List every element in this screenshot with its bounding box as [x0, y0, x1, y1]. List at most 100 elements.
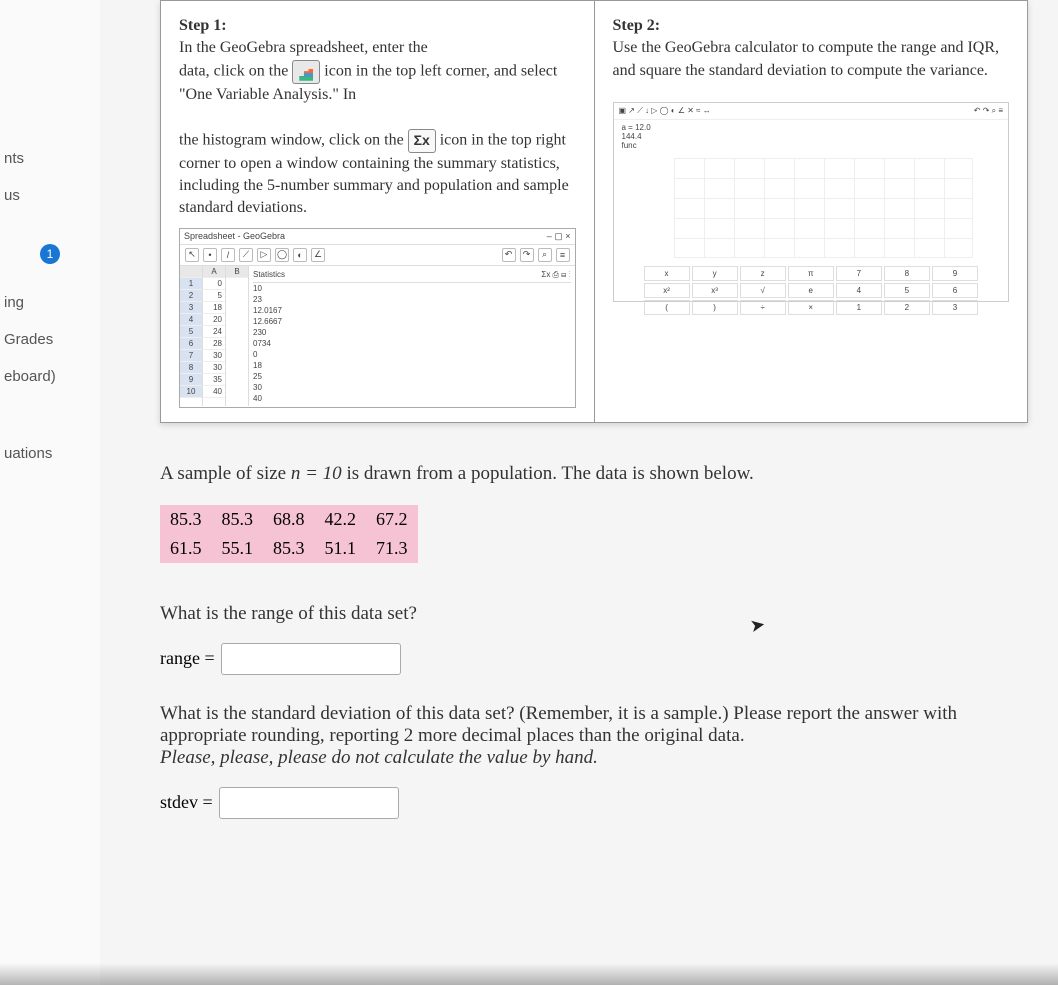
segment-tool-icon: ⟋ — [239, 248, 253, 262]
key: 3 — [932, 300, 978, 315]
calc-keyboard: x y z π 7 8 9 x² x³ √ e 4 5 6 ( ) ÷ — [614, 263, 1009, 318]
rownum: 9 — [180, 374, 202, 386]
step-1-column: Step 1: In the GeoGebra spreadsheet, ent… — [161, 1, 595, 422]
rownum: 8 — [180, 362, 202, 374]
pointer-tool-icon: ↖ — [185, 248, 199, 262]
stat-row: 12.6667 — [253, 316, 571, 327]
step1-text-b: data, click on the — [179, 62, 292, 79]
data-cell: 55.1 — [212, 534, 264, 563]
key: 6 — [932, 283, 978, 298]
data-cell: 67.2 — [366, 505, 418, 534]
rownum: 7 — [180, 350, 202, 362]
data-cell: 61.5 — [160, 534, 212, 563]
rownum: 2 — [180, 290, 202, 302]
sidebar-item-uations[interactable]: uations — [0, 435, 100, 472]
bottom-gradient — [0, 963, 1058, 985]
cell: 18 — [203, 302, 225, 314]
key: 5 — [884, 283, 930, 298]
stat-row: 40 — [253, 393, 571, 404]
redo-icon: ↷ — [520, 248, 534, 262]
question-1: What is the range of this data set? — [160, 603, 1028, 625]
data-cell: 51.1 — [315, 534, 367, 563]
key: 9 — [932, 266, 978, 281]
question-2: What is the standard deviation of this d… — [160, 703, 1028, 769]
steps-box: Step 1: In the GeoGebra spreadsheet, ent… — [160, 0, 1028, 423]
calc-line: a = 12.0 — [622, 123, 1001, 132]
search-icon: ⌕ — [538, 248, 552, 262]
step-2-column: Step 2: Use the GeoGebra calculator to c… — [595, 1, 1028, 422]
sigma-icon: Σx — [408, 129, 436, 153]
step1-text-a: In the GeoGebra spreadsheet, enter the — [179, 39, 428, 56]
key: z — [740, 266, 786, 281]
main-content: Step 1: In the GeoGebra spreadsheet, ent… — [100, 0, 1058, 985]
key: e — [788, 283, 834, 298]
calc-toolbar-left: ▣ ↗ ⟋ ↓ ▷ ◯ ◐ ∠ ✕ ≈ ↔ — [619, 106, 711, 116]
cell: 40 — [203, 386, 225, 398]
col-a-header: A — [203, 266, 225, 278]
rownum: 4 — [180, 314, 202, 326]
stat-row: 30 — [253, 382, 571, 393]
notification-badge[interactable]: 1 — [40, 244, 60, 264]
stat-row: 0734 — [253, 338, 571, 349]
calc-line: 144.4 — [622, 132, 1001, 141]
range-label: range = — [160, 648, 215, 669]
data-cell: 68.8 — [263, 505, 315, 534]
data-cell: 85.3 — [160, 505, 212, 534]
stdev-input[interactable] — [219, 787, 399, 819]
circle-tool-icon: ◯ — [275, 248, 289, 262]
graph-grid — [674, 158, 974, 258]
stats-header: Statistics — [253, 270, 285, 280]
key: 4 — [836, 283, 882, 298]
data-cell: 85.3 — [263, 534, 315, 563]
step2-text: Use the GeoGebra calculator to compute t… — [613, 39, 1000, 78]
key: ÷ — [740, 300, 786, 315]
range-input[interactable] — [221, 643, 401, 675]
rownum: 1 — [180, 278, 202, 290]
rownum: 6 — [180, 338, 202, 350]
stat-row: 25 — [253, 371, 571, 382]
menu-icon: ≡ — [556, 248, 570, 262]
stat-row: 23 — [253, 294, 571, 305]
point-tool-icon: • — [203, 248, 217, 262]
sidebar-item-eboard[interactable]: eboard) — [0, 358, 100, 395]
stat-row: 0 — [253, 349, 571, 360]
angle-tool-icon: ∠ — [311, 248, 325, 262]
mini-title: Spreadsheet - GeoGebra — [184, 231, 285, 242]
q2-note: Please, please, please do not calculate … — [160, 747, 598, 768]
stat-row: 12.0167 — [253, 305, 571, 316]
calc-line: func — [622, 141, 1001, 150]
key: ) — [692, 300, 738, 315]
sidebar-item-nts[interactable]: nts — [0, 140, 100, 177]
col-b-header: B — [226, 266, 248, 278]
step1-text-d: the histogram window, click on the — [179, 131, 408, 148]
n-equation: n = 10 — [291, 463, 342, 484]
stdev-label: stdev = — [160, 792, 213, 813]
key: x — [644, 266, 690, 281]
key: π — [788, 266, 834, 281]
step1-title: Step 1: — [179, 17, 227, 34]
sidebar-item-ing[interactable]: ing — [0, 284, 100, 321]
cell: 0 — [203, 278, 225, 290]
step2-title: Step 2: — [613, 17, 661, 34]
poly-tool-icon: ▷ — [257, 248, 271, 262]
ellipse-tool-icon: ◐ — [293, 248, 307, 262]
sidebar-item-us[interactable]: us — [0, 177, 100, 214]
cell: 24 — [203, 326, 225, 338]
chart-icon — [292, 60, 320, 84]
intro-a: A sample of size — [160, 463, 291, 484]
geogebra-spreadsheet-screenshot: Spreadsheet - GeoGebra – ▢ × ↖ • / ⟋ ▷ ◯… — [179, 228, 576, 408]
key: 7 — [836, 266, 882, 281]
sidebar-item-grades[interactable]: Grades — [0, 321, 100, 358]
key: ( — [644, 300, 690, 315]
line-tool-icon: / — [221, 248, 235, 262]
q2-text: What is the standard deviation of this d… — [160, 703, 957, 746]
stat-row: 10 — [253, 283, 571, 294]
data-cell: 42.2 — [315, 505, 367, 534]
calc-toolbar-right: ↶ ↷ ⌕ ≡ — [974, 106, 1003, 116]
data-table: 85.3 85.3 68.8 42.2 67.2 61.5 55.1 85.3 … — [160, 505, 418, 563]
mini-toolbar: ↖ • / ⟋ ▷ ◯ ◐ ∠ ↶ ↷ ⌕ ≡ — [180, 245, 575, 266]
stat-row: 18 — [253, 360, 571, 371]
key: y — [692, 266, 738, 281]
key: 2 — [884, 300, 930, 315]
problem-intro: A sample of size n = 10 is drawn from a … — [160, 463, 1028, 485]
